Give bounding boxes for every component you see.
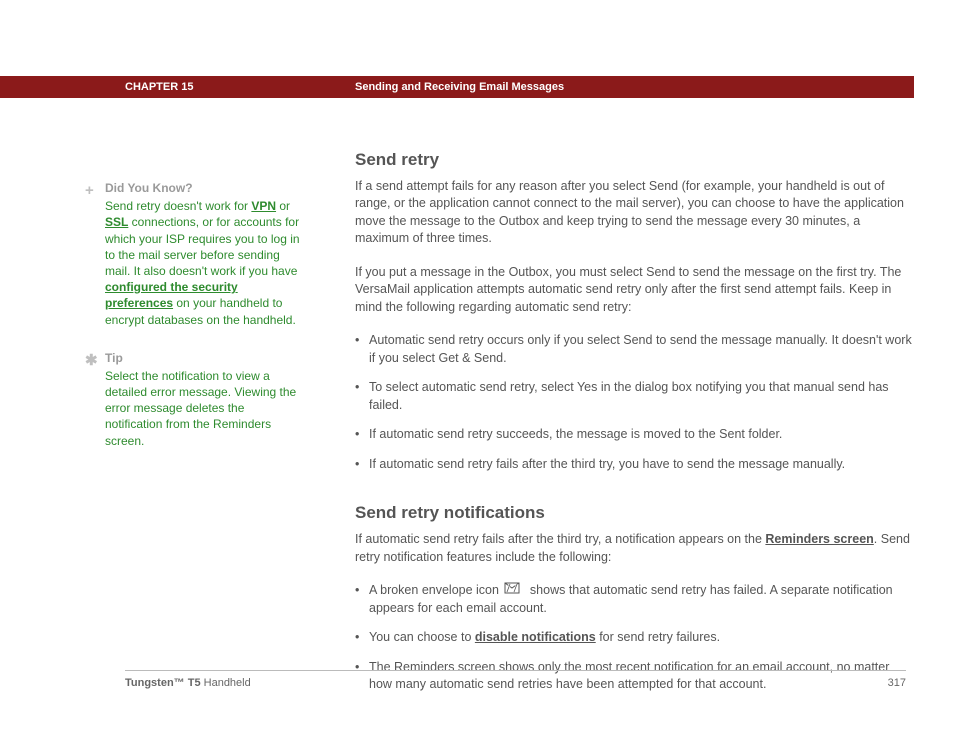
text: If automatic send retry fails after the … [355, 532, 765, 546]
disable-notifications-link[interactable]: disable notifications [475, 630, 596, 644]
page-number: 317 [888, 677, 906, 689]
product-bold: Tungsten™ T5 [125, 677, 201, 689]
text: for send retry failures. [596, 630, 720, 644]
chapter-title: Sending and Receiving Email Messages [355, 81, 564, 93]
did-you-know-body: Send retry doesn't work for VPN or SSL c… [105, 198, 300, 328]
list-item: If automatic send retry succeeds, the me… [355, 426, 915, 444]
text: connections, or for accounts for which y… [105, 215, 300, 278]
bullet-list-1: Automatic send retry occurs only if you … [355, 332, 915, 473]
paragraph: If a send attempt fails for any reason a… [355, 178, 915, 248]
reminders-screen-link[interactable]: Reminders screen [765, 532, 873, 546]
did-you-know-block: + Did You Know? Send retry doesn't work … [105, 180, 300, 328]
paragraph: If you put a message in the Outbox, you … [355, 264, 915, 317]
page-footer: Tungsten™ T5 Handheld 317 [125, 670, 906, 689]
ssl-link[interactable]: SSL [105, 215, 128, 229]
main-column: Send retry If a send attempt fails for a… [355, 148, 915, 706]
tip-block: ✱ Tip Select the notification to view a … [105, 350, 300, 449]
chapter-header: CHAPTER 15 Sending and Receiving Email M… [0, 76, 914, 98]
text: or [276, 199, 290, 213]
section-title-send-retry: Send retry [355, 148, 915, 172]
list-item: To select automatic send retry, select Y… [355, 379, 915, 414]
paragraph: If automatic send retry fails after the … [355, 531, 915, 566]
broken-envelope-icon [504, 582, 524, 600]
tip-heading: Tip [105, 350, 300, 366]
product-rest: Handheld [201, 677, 251, 689]
did-you-know-heading: Did You Know? [105, 180, 300, 196]
sidebar: + Did You Know? Send retry doesn't work … [105, 180, 300, 471]
product-name: Tungsten™ T5 Handheld [125, 677, 251, 689]
text: You can choose to [369, 630, 475, 644]
text: Send retry doesn't work for [105, 199, 251, 213]
plus-icon: + [85, 181, 94, 201]
section-title-notifications: Send retry notifications [355, 501, 915, 525]
list-item: Automatic send retry occurs only if you … [355, 332, 915, 367]
asterisk-icon: ✱ [85, 351, 98, 371]
list-item: If automatic send retry fails after the … [355, 456, 915, 474]
text: A broken envelope icon [369, 583, 502, 597]
list-item: A broken envelope icon shows that automa… [355, 582, 915, 617]
vpn-link[interactable]: VPN [251, 199, 276, 213]
chapter-number: CHAPTER 15 [125, 81, 355, 93]
tip-body: Select the notification to view a detail… [105, 368, 300, 449]
page-content: + Did You Know? Send retry doesn't work … [0, 130, 954, 738]
list-item: You can choose to disable notifications … [355, 629, 915, 647]
